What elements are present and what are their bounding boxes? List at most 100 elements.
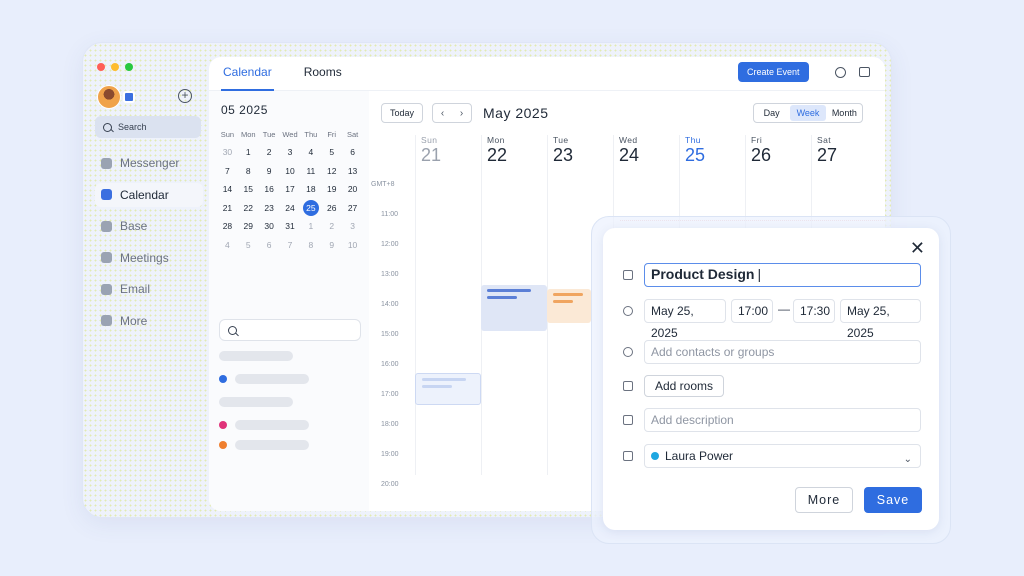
mini-calendar-day[interactable]: 27: [342, 199, 363, 218]
mini-calendar-day[interactable]: 1: [300, 217, 321, 236]
mini-calendar-day[interactable]: 5: [238, 236, 259, 255]
calendar-owner-select[interactable]: Laura Power ⌄: [644, 444, 921, 468]
mini-calendar-day[interactable]: 16: [259, 180, 280, 199]
add-icon[interactable]: +: [178, 89, 192, 103]
mini-calendar-day[interactable]: 14: [217, 180, 238, 199]
event-title-input[interactable]: Product Design: [644, 263, 921, 287]
sidebar-item-email[interactable]: Email: [95, 277, 203, 301]
end-date-field[interactable]: May 25, 2025: [840, 299, 921, 340]
day-header[interactable]: Sat 27: [811, 135, 877, 166]
share-icon[interactable]: [859, 67, 870, 77]
tab-calendar[interactable]: Calendar: [221, 57, 274, 91]
sidebar-item-meetings[interactable]: Meetings: [95, 246, 203, 270]
calendar-dot-blue[interactable]: [219, 375, 227, 383]
mini-calendar-day[interactable]: 6: [259, 236, 280, 255]
mini-calendar-day[interactable]: 8: [238, 162, 259, 181]
calendar-dot-orange[interactable]: [219, 441, 227, 449]
mini-calendar-day[interactable]: 7: [280, 236, 301, 255]
mini-calendar-day[interactable]: 29: [238, 217, 259, 236]
day-name: Thu: [685, 135, 701, 145]
mini-calendar-day[interactable]: 7: [217, 162, 238, 181]
start-time-field[interactable]: 17:00: [731, 299, 773, 323]
calendar-search-input[interactable]: [219, 319, 361, 341]
mini-calendar-day[interactable]: 10: [342, 236, 363, 255]
avatar[interactable]: [97, 85, 121, 109]
calendar-dot-pink[interactable]: [219, 421, 227, 429]
mini-calendar-day[interactable]: 30: [217, 143, 238, 162]
more-button[interactable]: More: [795, 487, 853, 513]
mini-calendar-day[interactable]: 17: [280, 180, 301, 199]
mini-calendar-day[interactable]: 2: [259, 143, 280, 162]
weekday-label: Tue: [262, 130, 276, 139]
sidebar-item-label: Meetings: [120, 250, 169, 265]
event-block[interactable]: [481, 285, 547, 331]
day-header[interactable]: Sun 21: [415, 135, 481, 166]
minimize-window-button[interactable]: [111, 63, 119, 71]
day-column-divider: [415, 135, 416, 475]
chevron-right-icon[interactable]: ›: [460, 108, 463, 119]
start-date-field[interactable]: May 25, 2025: [644, 299, 726, 340]
mini-calendar-day[interactable]: 20: [342, 180, 363, 199]
mini-calendar-day[interactable]: 1: [238, 143, 259, 162]
mini-calendar-day[interactable]: 3: [280, 143, 301, 162]
mini-calendar-day[interactable]: 30: [259, 217, 280, 236]
add-rooms-button[interactable]: Add rooms: [644, 375, 725, 397]
mini-calendar-day[interactable]: 5: [321, 143, 342, 162]
view-day-button[interactable]: Day: [754, 105, 789, 121]
mini-calendar-day[interactable]: 4: [217, 236, 238, 255]
today-button[interactable]: Today: [381, 103, 424, 123]
mini-calendar-day[interactable]: 13: [342, 162, 363, 181]
mini-calendar-day[interactable]: 28: [217, 217, 238, 236]
mini-calendar-day[interactable]: 9: [321, 236, 342, 255]
sidebar-item-base[interactable]: Base: [95, 214, 203, 238]
mini-calendar-day[interactable]: 6: [342, 143, 363, 162]
event-block[interactable]: [547, 289, 591, 323]
day-date: 21: [421, 145, 442, 165]
event-block[interactable]: [415, 373, 481, 405]
day-header[interactable]: Fri 26: [745, 135, 811, 166]
sidebar-item-messenger[interactable]: Messenger: [95, 151, 203, 175]
mini-calendar-day[interactable]: 19: [321, 180, 342, 199]
mini-calendar-day[interactable]: 3: [342, 217, 363, 236]
mini-calendar-day[interactable]: 4: [300, 143, 321, 162]
day-name: Tue: [553, 135, 569, 145]
mini-calendar-day[interactable]: 25: [300, 199, 321, 218]
weekday-label: Sun: [220, 130, 235, 139]
mini-calendar-day[interactable]: 21: [217, 199, 238, 218]
mini-calendar-day[interactable]: 8: [300, 236, 321, 255]
mini-calendar-day[interactable]: 2: [321, 217, 342, 236]
view-week-button[interactable]: Week: [790, 105, 826, 121]
sidebar-item-more[interactable]: More: [95, 309, 203, 333]
mini-calendar-day[interactable]: 18: [300, 180, 321, 199]
day-header[interactable]: Mon 22: [481, 135, 547, 166]
mini-calendar-day[interactable]: 24: [280, 199, 301, 218]
mini-calendar-day[interactable]: 31: [280, 217, 301, 236]
hour-label: 17:00: [381, 391, 399, 398]
maximize-window-button[interactable]: [125, 63, 133, 71]
save-button[interactable]: Save: [864, 487, 922, 513]
gear-icon[interactable]: [835, 67, 846, 78]
create-event-button[interactable]: Create Event: [738, 62, 809, 82]
description-input[interactable]: Add description: [644, 408, 921, 432]
close-icon[interactable]: ✕: [910, 238, 925, 259]
end-time-field[interactable]: 17:30: [793, 299, 835, 323]
sidebar-search[interactable]: Search: [95, 116, 201, 138]
mini-calendar-day[interactable]: 26: [321, 199, 342, 218]
tab-rooms[interactable]: Rooms: [302, 57, 344, 91]
mini-calendar-day[interactable]: 9: [259, 162, 280, 181]
day-header[interactable]: Tue 23: [547, 135, 613, 166]
mini-calendar-day[interactable]: 15: [238, 180, 259, 199]
mini-calendar-day[interactable]: 22: [238, 199, 259, 218]
day-header[interactable]: Wed 24: [613, 135, 679, 166]
mini-calendar-day[interactable]: 11: [300, 162, 321, 181]
chevron-left-icon[interactable]: ‹: [441, 108, 444, 119]
mini-calendar-day[interactable]: 23: [259, 199, 280, 218]
close-window-button[interactable]: [97, 63, 105, 71]
sidebar-item-label: Calendar: [120, 187, 169, 202]
mini-calendar-day[interactable]: 10: [280, 162, 301, 181]
contacts-input[interactable]: Add contacts or groups: [644, 340, 921, 364]
view-month-button[interactable]: Month: [827, 105, 862, 121]
sidebar-item-calendar[interactable]: Calendar: [95, 182, 203, 207]
day-header[interactable]: Thu 25: [679, 135, 745, 166]
mini-calendar-day[interactable]: 12: [321, 162, 342, 181]
